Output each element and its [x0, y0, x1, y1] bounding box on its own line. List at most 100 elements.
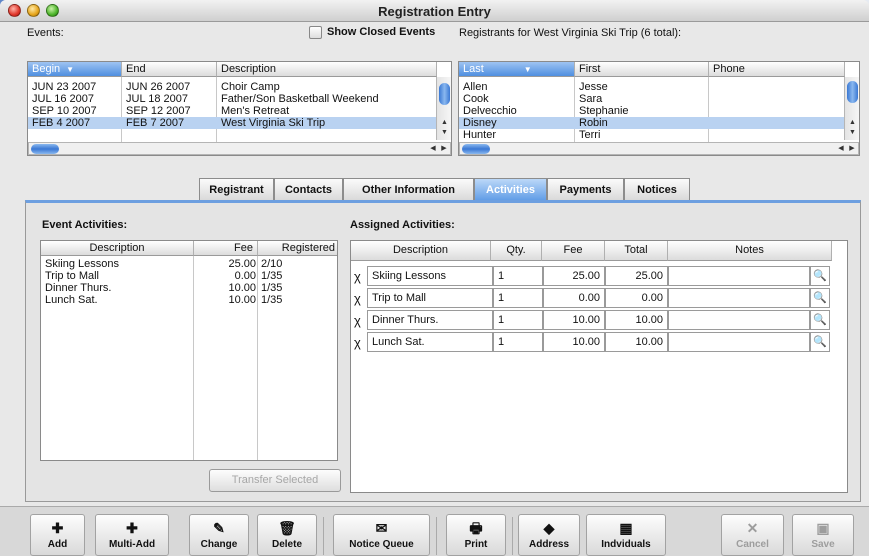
print-button[interactable]: 🖶 Print — [446, 514, 506, 556]
tab-registrant[interactable]: Registrant — [199, 178, 274, 201]
tab-notices[interactable]: Notices — [624, 178, 690, 201]
notice-queue-button[interactable]: ✉ Notice Queue — [333, 514, 430, 556]
col-fee[interactable]: Fee — [542, 241, 605, 261]
assigned-qty-cell[interactable]: 1 — [493, 266, 543, 286]
transfer-selected-button[interactable]: Transfer Selected — [209, 469, 341, 492]
assigned-qty-cell[interactable]: 1 — [493, 310, 543, 330]
scroll-down-arrow-icon[interactable]: ▼ — [845, 128, 859, 138]
scroll-right-arrow-icon[interactable]: ▶ — [439, 143, 449, 154]
magnifier-icon[interactable]: 🔍 — [810, 288, 830, 308]
col-description[interactable]: Description — [351, 241, 491, 261]
col-description[interactable]: Description — [41, 241, 194, 256]
events-horizontal-scrollbar[interactable]: ◀ ▶ — [28, 142, 451, 155]
delete-button[interactable]: 🗑 Delete — [257, 514, 317, 556]
assigned-fee-cell[interactable]: 10.00 — [543, 332, 605, 352]
show-closed-events-checkbox[interactable] — [309, 26, 322, 39]
col-notes[interactable]: Notes — [668, 241, 832, 261]
events-vertical-scrollbar[interactable]: ▲ ▼ — [436, 77, 451, 140]
assigned-description-cell[interactable]: Skiing Lessons — [367, 266, 493, 286]
registrants-table[interactable]: Last ▼ First Phone Allen Jesse Cook Sara … — [458, 61, 860, 156]
end-cell: FEB 7 2007 — [126, 117, 185, 129]
tab-contacts[interactable]: Contacts — [274, 178, 343, 201]
scroll-left-arrow-icon[interactable]: ◀ — [428, 143, 438, 154]
activity-registered-cell: 1/35 — [261, 270, 283, 282]
scroll-thumb[interactable] — [847, 81, 858, 103]
scroll-up-arrow-icon[interactable]: ▲ — [845, 118, 859, 128]
event-activities-table[interactable]: Description Fee Registered Skiing Lesson… — [40, 240, 338, 461]
remove-row-icon[interactable]: χ — [354, 269, 361, 284]
col-fee[interactable]: Fee — [194, 241, 258, 256]
tab-payments[interactable]: Payments — [547, 178, 624, 201]
address-button[interactable]: ◆ Address — [518, 514, 580, 556]
save-button[interactable]: ▣ Save — [792, 514, 854, 556]
tab-other-information[interactable]: Other Information — [343, 178, 474, 201]
table-row[interactable]: SEP 10 2007 SEP 12 2007 Men's Retreat — [28, 105, 437, 117]
registrants-vertical-scrollbar[interactable]: ▲ ▼ — [844, 77, 859, 140]
assigned-notes-cell[interactable] — [668, 332, 810, 352]
assigned-qty-cell[interactable]: 1 — [493, 332, 543, 352]
magnifier-icon[interactable]: 🔍 — [810, 310, 830, 330]
cancel-button[interactable]: ✕ Cancel — [721, 514, 784, 556]
pencil-icon: ✎ — [213, 520, 225, 536]
registrants-horizontal-scrollbar[interactable]: ◀ ▶ — [459, 142, 859, 155]
registrants-label: Registrants for West Virginia Ski Trip (… — [459, 27, 682, 39]
table-row[interactable]: Hunter Terri — [459, 129, 845, 141]
assigned-notes-cell[interactable] — [668, 310, 810, 330]
assigned-fee-cell[interactable]: 0.00 — [543, 288, 605, 308]
assigned-notes-cell[interactable] — [668, 266, 810, 286]
table-row[interactable]: Skiing Lessons 25.00 2/10 — [41, 258, 337, 270]
scroll-right-arrow-icon[interactable]: ▶ — [847, 143, 857, 154]
activity-description-cell: Trip to Mall — [45, 270, 99, 282]
table-row[interactable]: Allen Jesse — [459, 81, 845, 93]
table-row[interactable]: JUN 23 2007 JUN 26 2007 Choir Camp — [28, 81, 437, 93]
notice-queue-icon: ✉ — [375, 520, 388, 536]
assigned-fee-cell[interactable]: 25.00 — [543, 266, 605, 286]
table-row[interactable]: Dinner Thurs. 10.00 1/35 — [41, 282, 337, 294]
last-name-cell: Allen — [463, 81, 488, 93]
events-col-description[interactable]: Description — [217, 62, 437, 77]
individuals-button[interactable]: ▦ Indviduals — [586, 514, 666, 556]
remove-row-icon[interactable]: χ — [354, 291, 361, 306]
table-row[interactable]: Trip to Mall 0.00 1/35 — [41, 270, 337, 282]
assigned-total-cell[interactable]: 10.00 — [605, 332, 668, 352]
assigned-fee-cell[interactable]: 10.00 — [543, 310, 605, 330]
assigned-qty-cell[interactable]: 1 — [493, 288, 543, 308]
assigned-total-cell[interactable]: 25.00 — [605, 266, 668, 286]
description-cell: Men's Retreat — [221, 105, 290, 117]
remove-row-icon[interactable]: χ — [354, 335, 361, 350]
scroll-thumb[interactable] — [462, 144, 490, 154]
tab-activities[interactable]: Activities — [474, 178, 547, 201]
table-row[interactable]: Cook Sara — [459, 93, 845, 105]
scroll-thumb[interactable] — [31, 144, 59, 154]
change-button[interactable]: ✎ Change — [189, 514, 249, 556]
add-button[interactable]: ✚ Add — [30, 514, 85, 556]
table-row[interactable]: Delvecchio Stephanie — [459, 105, 845, 117]
assigned-description-cell[interactable]: Dinner Thurs. — [367, 310, 493, 330]
assigned-description-cell[interactable]: Trip to Mall — [367, 288, 493, 308]
table-row[interactable]: Lunch Sat. 10.00 1/35 — [41, 294, 337, 306]
magnifier-icon[interactable]: 🔍 — [810, 266, 830, 286]
registrants-col-first[interactable]: First — [575, 62, 709, 77]
assigned-description-cell[interactable]: Lunch Sat. — [367, 332, 493, 352]
scroll-left-arrow-icon[interactable]: ◀ — [836, 143, 846, 154]
registrants-col-phone[interactable]: Phone — [709, 62, 845, 77]
events-col-begin[interactable]: Begin ▼ — [28, 62, 122, 77]
scroll-thumb[interactable] — [439, 83, 450, 105]
multi-add-button[interactable]: ✚ Multi-Add — [95, 514, 169, 556]
assigned-notes-cell[interactable] — [668, 288, 810, 308]
scroll-down-arrow-icon[interactable]: ▼ — [437, 128, 451, 138]
table-row-selected[interactable]: FEB 4 2007 FEB 7 2007 West Virginia Ski … — [28, 117, 437, 129]
table-row[interactable]: JUL 16 2007 JUL 18 2007 Father/Son Baske… — [28, 93, 437, 105]
events-col-end[interactable]: End — [122, 62, 217, 77]
col-qty[interactable]: Qty. — [491, 241, 542, 261]
col-registered[interactable]: Registered — [258, 241, 337, 256]
registrants-col-last[interactable]: Last ▼ — [459, 62, 575, 77]
magnifier-icon[interactable]: 🔍 — [810, 332, 830, 352]
scroll-up-arrow-icon[interactable]: ▲ — [437, 118, 451, 128]
events-table[interactable]: Begin ▼ End Description JUN 23 2007 JUN 2… — [27, 61, 452, 156]
remove-row-icon[interactable]: χ — [354, 313, 361, 328]
assigned-total-cell[interactable]: 0.00 — [605, 288, 668, 308]
col-total[interactable]: Total — [605, 241, 668, 261]
assigned-total-cell[interactable]: 10.00 — [605, 310, 668, 330]
table-row-selected[interactable]: Disney Robin — [459, 117, 845, 129]
